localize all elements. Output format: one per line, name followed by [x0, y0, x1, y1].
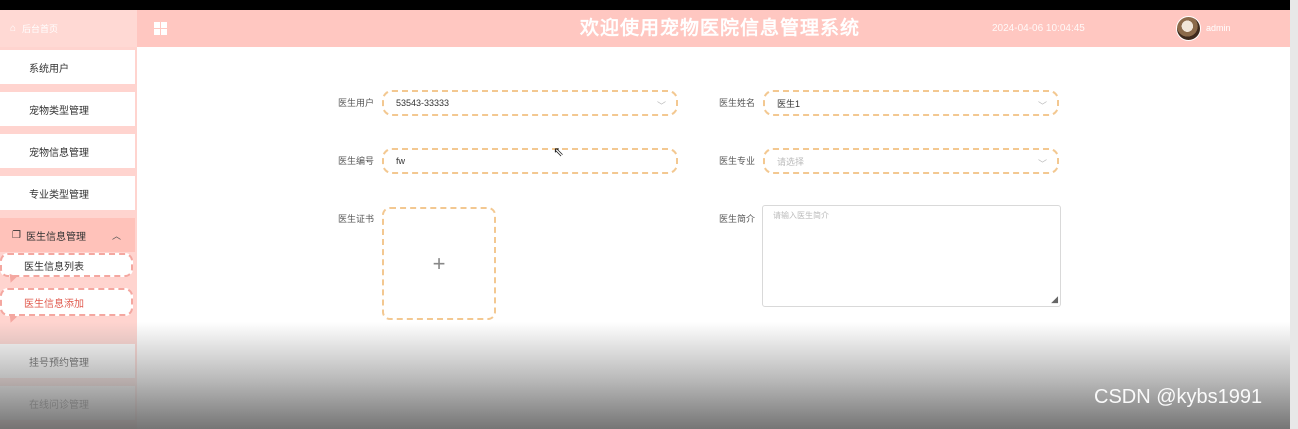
resize-handle-icon[interactable]: ◢ [1051, 294, 1058, 305]
app-screen: ⌂ 后台首页 欢迎使用宠物医院信息管理系统 2024-04-06 10:04:4… [0, 10, 1290, 429]
avatar[interactable] [1176, 16, 1201, 41]
user-name[interactable]: admin [1206, 10, 1231, 47]
submenu-label: 医生信息列表 [24, 261, 84, 273]
top-header: ⌂ 后台首页 欢迎使用宠物医院信息管理系统 2024-04-06 10:04:4… [0, 10, 1290, 47]
doctor-intro-placeholder: 请输入医生简介 [773, 211, 829, 220]
sidebar-item-label: 宠物信息管理 [29, 147, 89, 159]
sidebar-item-label: 在线问诊管理 [29, 399, 89, 411]
doctor-no-input[interactable]: fw [382, 148, 678, 174]
chevron-down-icon: ﹀ [1037, 159, 1047, 169]
doctor-user-value: 53543-33333 [396, 98, 450, 108]
page-title: 欢迎使用宠物医院信息管理系统 [580, 18, 861, 39]
sidebar-item-doctor-info[interactable]: ❐ 医生信息管理 ︿ [0, 218, 135, 252]
doctor-user-select[interactable]: 53543-33333 ﹀ [382, 90, 678, 116]
sidebar-item-pet-info[interactable]: 宠物信息管理 [0, 134, 135, 168]
sidebar-item-appointments[interactable]: 挂号预约管理 [0, 344, 135, 378]
sidebar-item-label: 宠物类型管理 [29, 105, 89, 117]
doctor-no-value: fw [396, 156, 405, 166]
plus-icon: + [432, 250, 446, 276]
sidebar-item-label: 系统用户 [29, 63, 69, 75]
bottom-shade [0, 322, 1290, 429]
doctor-user-label: 医生用户 [338, 98, 375, 108]
doctor-name-value: 医生1 [777, 98, 801, 109]
sidebar-item-label: 专业类型管理 [29, 189, 89, 201]
doctor-name-label: 医生姓名 [719, 98, 756, 108]
certificate-upload[interactable]: + [382, 207, 496, 320]
home-tab[interactable]: ⌂ 后台首页 [0, 10, 137, 47]
mouse-cursor-icon: ⇖ [553, 144, 564, 159]
chevron-down-icon: ﹀ [1037, 101, 1047, 111]
doctor-name-select[interactable]: 医生1 ﹀ [763, 90, 1059, 116]
watermark: CSDN @kybs1991 [1094, 386, 1263, 408]
bubble-tail [6, 273, 18, 285]
doctor-cert-label: 医生证书 [338, 214, 375, 224]
chevron-down-icon: ﹀ [656, 101, 666, 111]
menu-toggle-icon[interactable] [154, 22, 167, 35]
home-icon: ⌂ [10, 23, 17, 34]
doctor-major-label: 医生专业 [719, 156, 756, 166]
doctor-major-placeholder: 请选择 [777, 156, 805, 167]
bubble-tail [6, 313, 18, 325]
home-label: 后台首页 [22, 24, 59, 34]
sidebar-item-major-types[interactable]: 专业类型管理 [0, 176, 135, 210]
doctor-intro-label: 医生简介 [719, 214, 756, 224]
sidebar-item-system-users[interactable]: 系统用户 [0, 50, 135, 84]
doctor-intro-textarea[interactable]: 请输入医生简介 ◢ [762, 205, 1061, 307]
sidebar-item-pet-types[interactable]: 宠物类型管理 [0, 92, 135, 126]
submenu-label: 医生信息添加 [24, 298, 84, 310]
datetime-display: 2024-04-06 10:04:45 [992, 23, 1085, 34]
document-icon: ❐ [12, 229, 21, 241]
sidebar-item-online-consult[interactable]: 在线问诊管理 [0, 386, 135, 420]
chevron-up-icon: ︿ [111, 230, 121, 241]
doctor-no-label: 医生编号 [338, 156, 375, 166]
sidebar-item-label: 挂号预约管理 [29, 357, 89, 369]
doctor-major-select[interactable]: 请选择 ﹀ [763, 148, 1059, 174]
scrollbar-strip[interactable] [1290, 0, 1298, 429]
sidebar-item-label: 医生信息管理 [25, 231, 86, 243]
submenu-doctor-list[interactable]: 医生信息列表 [0, 253, 133, 277]
sidebar: 系统用户 宠物类型管理 宠物信息管理 专业类型管理 ❐ 医生信息管理 ︿ 医生信… [0, 47, 137, 429]
submenu-doctor-add[interactable]: 医生信息添加 [0, 288, 133, 316]
